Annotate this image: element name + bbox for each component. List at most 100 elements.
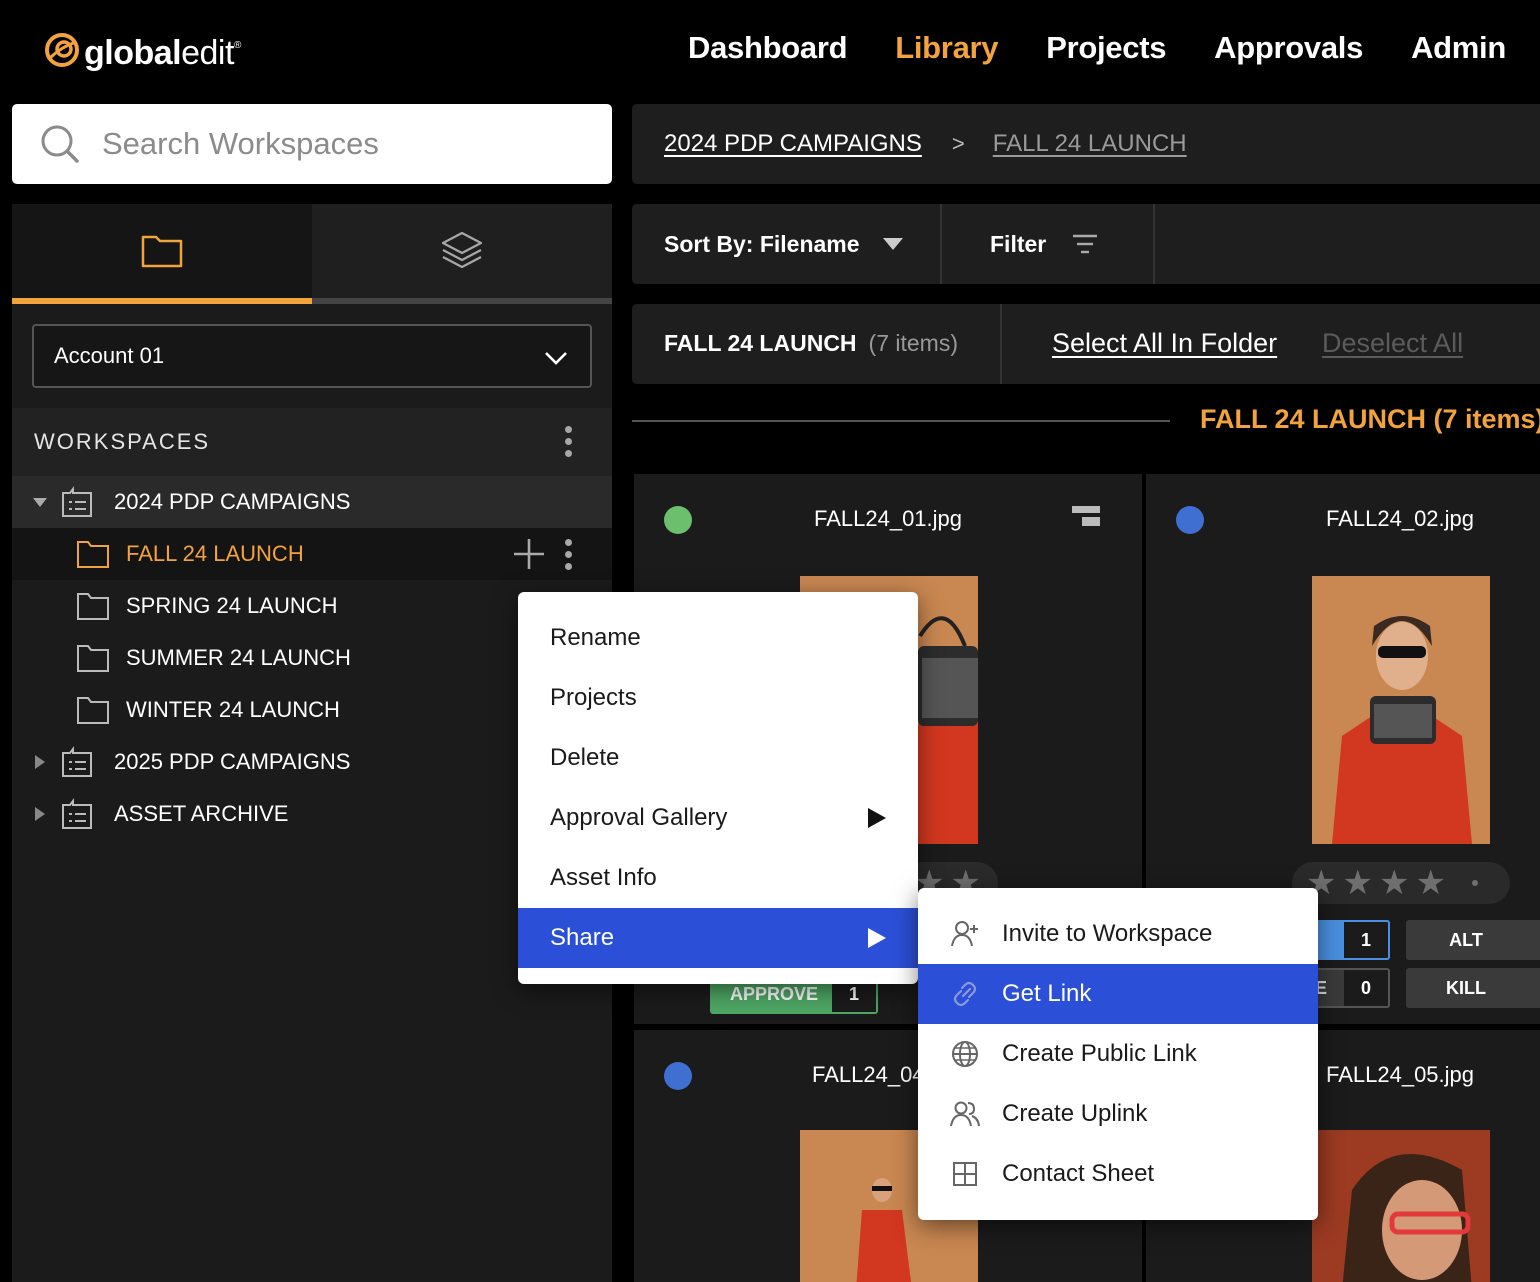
menu-item-asset-info[interactable]: Asset Info [518,848,918,908]
select-all-link[interactable]: Select All In Folder [1052,328,1277,359]
folder-name: FALL 24 LAUNCH (7 items) [664,330,958,356]
breadcrumb: 2024 PDP CAMPAIGNS > FALL 24 LAUNCH [632,104,1540,184]
folder-count: (7 items) [868,330,958,356]
star-icon[interactable]: ★ [1415,866,1445,900]
breadcrumb-item-folder[interactable]: FALL 24 LAUNCH [993,130,1187,158]
workspace-icon [62,746,92,777]
nav-admin[interactable]: Admin [1411,30,1506,66]
search-icon [41,125,79,163]
link-icon [953,981,977,1007]
folder-more-icon[interactable] [563,539,573,570]
workspace-icon [62,486,92,517]
tree-label: 2025 PDP CAMPAIGNS [114,749,351,774]
workspaces-label: WORKSPACES [34,429,211,454]
folder-icon [77,697,109,724]
sort-label: Sort By: Filename [664,230,860,257]
thumbnail-image [1312,1130,1490,1282]
menu-item-get-link[interactable]: Get Link [918,964,1318,1024]
folder-selection-bar: FALL 24 LAUNCH (7 items) Select All In Fo… [632,304,1540,384]
workspaces-more-icon[interactable] [563,426,573,457]
breadcrumb-item-workspace[interactable]: 2024 PDP CAMPAIGNS [664,130,922,158]
caret-right-icon[interactable] [32,806,48,822]
asset-filename: FALL24_02.jpg [1326,506,1475,531]
workspace-icon [62,798,92,829]
menu-item-invite-to-workspace[interactable]: Invite to Workspace [918,904,1318,964]
section-title: FALL 24 LAUNCH (7 items) [1200,404,1540,434]
layers-icon [441,231,483,269]
menu-item-projects[interactable]: Projects [518,668,918,728]
tab-folders[interactable] [12,204,312,304]
status-dot[interactable] [1176,506,1204,534]
workspace-search[interactable] [12,104,612,184]
workspaces-header: WORKSPACES [12,408,612,476]
add-icon[interactable] [512,537,546,571]
share-submenu: Invite to Workspace Get Link Create Publ… [918,888,1318,1220]
alt-label: ALT [1449,929,1483,950]
nav-dashboard[interactable]: Dashboard [688,30,848,66]
tree-label: ASSET ARCHIVE [114,801,289,826]
menu-item-create-uplink[interactable]: Create Uplink [918,1084,1318,1144]
tree-label: FALL 24 LAUNCH [126,541,304,566]
folder-icon [77,593,109,620]
users-icon [950,1101,980,1127]
tree-workspace-2024-pdp[interactable]: 2024 PDP CAMPAIGNS [12,476,612,528]
folder-icon [141,235,183,268]
menu-item-delete[interactable]: Delete [518,728,918,788]
caret-down-icon [882,238,903,250]
tree-label: SUMMER 24 LAUNCH [126,645,351,670]
chevron-down-icon [545,352,567,365]
menu-item-rename[interactable]: Rename [518,608,918,668]
kill-button[interactable]: KILL [1406,968,1540,1008]
tree-label: SPRING 24 LAUNCH [126,593,338,618]
thumbnail-image [1312,576,1490,844]
globaledit-logo-icon [45,32,79,67]
logo-wordmark: globaledit® [84,34,241,72]
tree-label: 2024 PDP CAMPAIGNS [114,489,351,514]
tree-folder-fall-24[interactable]: FALL 24 LAUNCH [12,528,612,580]
sidebar-tabs [12,204,612,304]
star-icon[interactable]: ★ [1342,866,1372,900]
section-divider [632,420,1170,422]
account-dropdown[interactable]: Account 01 [32,324,592,388]
asset-filename: FALL24_05.jpg [1326,1062,1475,1087]
account-dropdown-value: Account 01 [54,343,165,368]
nav-projects[interactable]: Projects [1046,30,1166,66]
folder-context-menu: Rename Projects Delete Approval Gallery … [518,592,918,984]
globe-icon [952,1041,978,1067]
stack-icon[interactable] [1072,506,1100,528]
asset-filename: FALL24_01.jpg [814,506,963,531]
caret-right-icon[interactable] [32,754,48,770]
deselect-all-link[interactable]: Deselect All [1322,328,1463,359]
search-input[interactable] [102,126,582,162]
approve-label: APPROVE [730,983,819,1004]
menu-item-share[interactable]: Share [518,908,918,968]
globaledit-logo[interactable]: globaledit® [44,26,241,73]
star-icon[interactable]: ★ [1379,866,1409,900]
status-dot[interactable] [664,506,692,534]
sort-dropdown[interactable]: Sort By: Filename [664,204,904,284]
vote-count: 1 [1360,929,1371,950]
nav-approvals[interactable]: Approvals [1214,30,1363,66]
kill-label: KILL [1446,977,1486,998]
filter-button[interactable]: Filter [990,204,1098,284]
nav-library[interactable]: Library [895,30,998,66]
folder-icon [77,541,109,568]
asset-thumbnail[interactable] [1312,1130,1490,1282]
alt-button[interactable]: ALT [1406,920,1540,960]
chevron-right-icon: > [951,131,965,156]
status-dot[interactable] [664,1062,692,1090]
menu-item-contact-sheet[interactable]: Contact Sheet [918,1144,1318,1204]
tree-label: WINTER 24 LAUNCH [126,697,340,722]
filter-label: Filter [990,230,1047,257]
top-navigation: Dashboard Library Projects Approvals Adm… [688,30,1506,66]
caret-down-icon[interactable] [32,494,48,510]
filter-icon [1073,234,1098,254]
sort-filter-toolbar: Sort By: Filename Filter [632,204,1540,284]
asset-thumbnail[interactable] [1312,576,1490,844]
clear-rating-dot[interactable] [1471,880,1478,886]
star-rating[interactable]: ★ ★ ★ ★ [1292,862,1510,904]
submenu-arrow-icon [868,928,886,948]
tab-layers[interactable] [312,204,612,304]
menu-item-approval-gallery[interactable]: Approval Gallery [518,788,918,848]
menu-item-create-public-link[interactable]: Create Public Link [918,1024,1318,1084]
